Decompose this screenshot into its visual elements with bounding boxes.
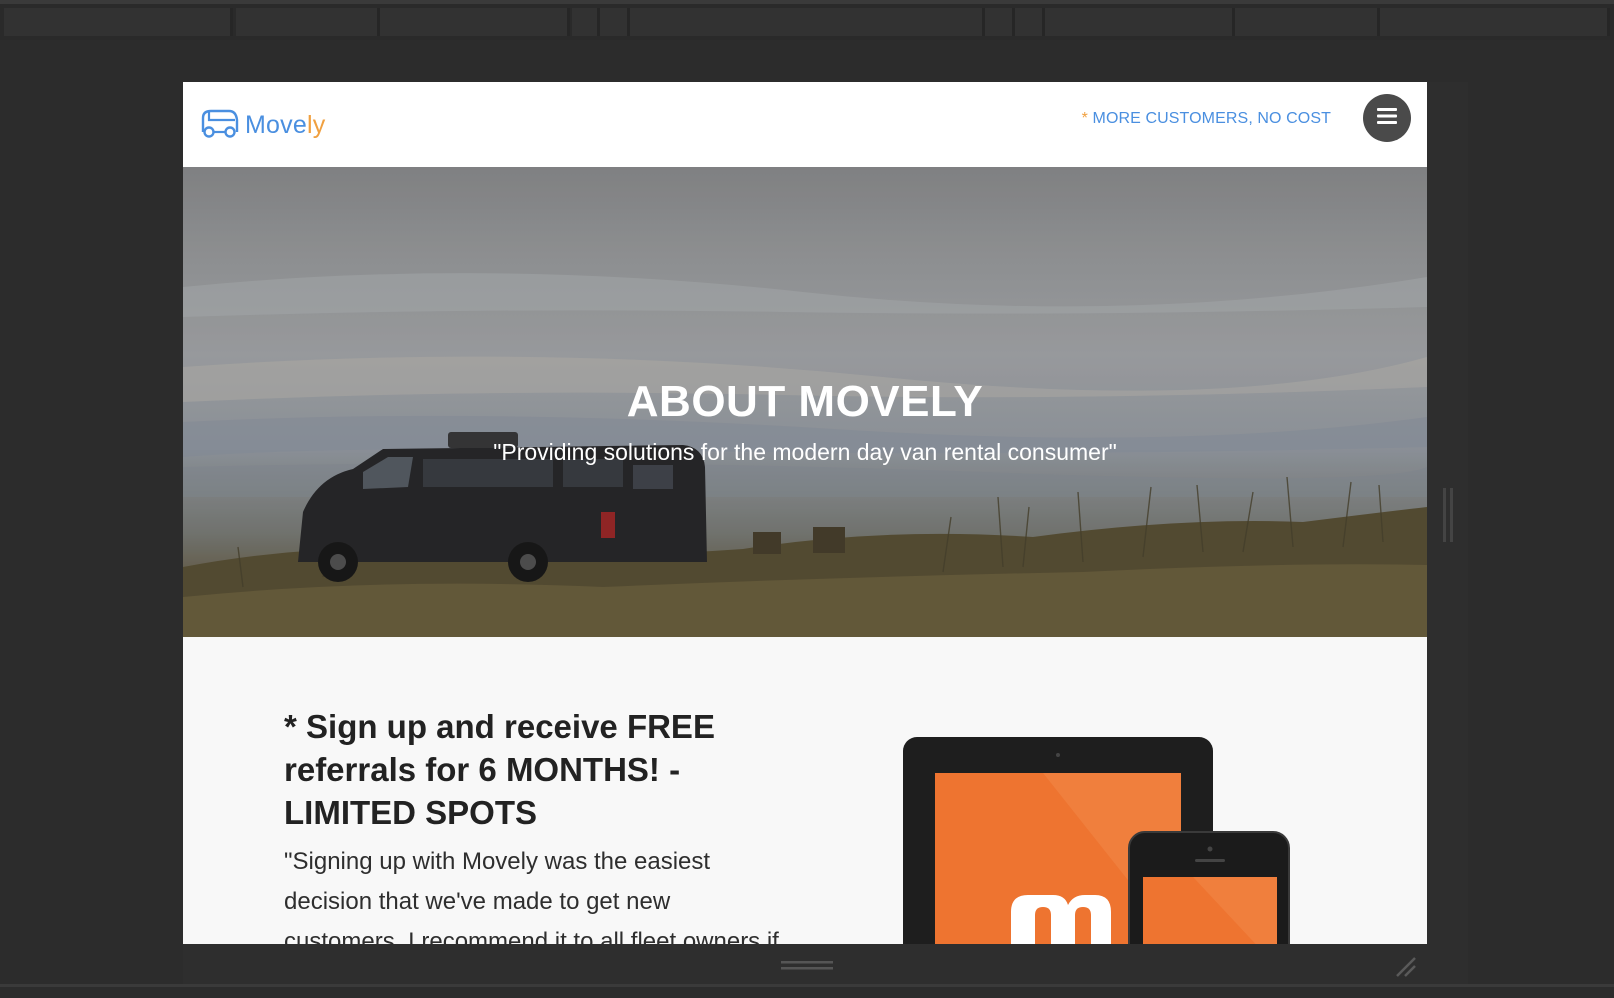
bottom-divider (0, 984, 1614, 987)
signup-heading: * Sign up and receive FREE referrals for… (284, 708, 715, 831)
frame-width-resize-handle[interactable] (1441, 488, 1455, 542)
toolbar-segment[interactable] (985, 8, 1015, 36)
tablet-and-phone-devices-icon (893, 737, 1313, 944)
frame-height-drag-handle[interactable] (781, 958, 833, 970)
toolbar-segment[interactable] (1380, 8, 1610, 36)
promo-link-label: MORE CUSTOMERS, NO COST (1092, 110, 1331, 127)
more-customers-link[interactable]: * MORE CUSTOMERS, NO COST (1082, 110, 1331, 128)
movely-logo[interactable]: Movely (199, 106, 325, 145)
editor-toolbar (0, 0, 1614, 40)
logo-text-accent: ly (306, 111, 326, 139)
toolbar-segment[interactable] (572, 8, 600, 36)
toolbar-segment[interactable] (630, 8, 985, 36)
logo-wordmark: Movely (245, 111, 325, 140)
website-preview-frame: Movely * MORE CUSTOMERS, NO COST ABOUT M… (183, 82, 1427, 944)
logo-text-main: Move (245, 111, 307, 139)
testimonial-quote: "Signing up with Movely was the easiest … (284, 848, 779, 944)
toolbar-segment[interactable] (600, 8, 630, 36)
preview-bottom-bar (183, 944, 1427, 986)
van-outline-icon (199, 106, 239, 145)
hero-title: ABOUT MOVELY (626, 377, 984, 426)
toolbar-segment[interactable] (380, 8, 570, 36)
toolbar-segment[interactable] (236, 8, 380, 36)
hero-banner: ABOUT MOVELY "Providing solutions for th… (183, 167, 1427, 637)
promo-star: * (1081, 110, 1088, 127)
hamburger-menu-icon (1377, 107, 1397, 129)
toolbar-segment[interactable] (1015, 8, 1045, 36)
toolbar-segment[interactable] (1235, 8, 1380, 36)
toolbar-segment[interactable] (4, 8, 233, 36)
toolbar-segment[interactable] (1045, 8, 1235, 36)
signup-promo-section: * Sign up and receive FREE referrals for… (183, 637, 1427, 944)
hero-subtitle: "Providing solutions for the modern day … (493, 439, 1117, 465)
menu-button[interactable] (1363, 94, 1411, 142)
site-header: Movely * MORE CUSTOMERS, NO COST (183, 82, 1427, 167)
resize-corner-icon[interactable] (1393, 954, 1417, 978)
